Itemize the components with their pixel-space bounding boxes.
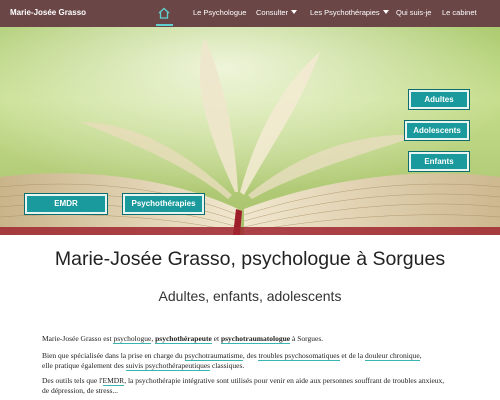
nav-item-le-psychologue[interactable]: Le Psychologue [193, 8, 246, 17]
nav-item-psychotherapies[interactable]: Les Psychothérapies [310, 8, 389, 17]
nav-item-label: Le cabinet [442, 8, 477, 17]
button-label: EMDR [54, 199, 78, 208]
nav-item-label: Les Psychothérapies [310, 8, 380, 17]
text: et [211, 334, 221, 343]
intro-paragraph: Marie-Josée Grasso est psychologue, psyc… [42, 334, 462, 344]
enfants-button[interactable]: Enfants [409, 152, 469, 171]
suivis-psychotherapeutiques-link[interactable]: suivis psychothérapeutiques [125, 361, 211, 371]
adolescents-button[interactable]: Adolescents [405, 121, 469, 140]
top-navbar: Marie-Josée Grasso Le Psychologue Consul… [0, 0, 500, 27]
psychotherapeute-link[interactable]: psychothérapeute [155, 334, 212, 344]
active-indicator [156, 24, 173, 26]
text: , des [242, 351, 259, 360]
text: de dépression, de stress... [42, 386, 119, 395]
tools-paragraph: Des outils tels que l'EMDR, la psychothé… [42, 376, 462, 396]
button-label: Adultes [424, 95, 454, 104]
psychologue-link[interactable]: psychologue [113, 334, 152, 344]
text: , [419, 351, 422, 360]
nav-item-label: Le Psychologue [193, 8, 247, 17]
text: elle pratique également des [42, 361, 126, 370]
button-label: Enfants [424, 157, 454, 166]
nav-item-le-cabinet[interactable]: Le cabinet [442, 8, 477, 17]
adultes-button[interactable]: Adultes [409, 90, 469, 109]
emdr-button[interactable]: EMDR [25, 194, 107, 214]
chevron-down-icon [291, 10, 298, 14]
nav-item-label: Qui suis-je [396, 8, 432, 17]
text: et de la [339, 351, 365, 360]
text: Marie-Josée Grasso est [42, 334, 114, 343]
page-subtitle: Adultes, enfants, adolescents [158, 288, 342, 304]
psychotraumatologue-link[interactable]: psychotraumatologue [220, 334, 291, 344]
troubles-psychosomatiques-link[interactable]: troubles psychosomatiques [258, 351, 340, 361]
text: Bien que spécialisée dans la prise en ch… [42, 351, 185, 360]
hero-banner: Adultes Adolescents Enfants EMDR Psychot… [0, 27, 500, 235]
text: , la psychothérapie intégrative sont uti… [124, 376, 445, 385]
nav-item-qui-suis-je[interactable]: Qui suis-je [396, 8, 431, 17]
chevron-down-icon [382, 10, 389, 14]
psychotherapies-button[interactable]: Psychothérapies [123, 194, 204, 214]
psychotraumatisme-link[interactable]: psychotraumatisme [184, 351, 243, 361]
page-title: Marie-Josée Grasso, psychologue à Sorgue… [54, 248, 446, 270]
specialty-paragraph: Bien que spécialisée dans la prise en ch… [42, 351, 462, 371]
nav-item-label: Consulter [256, 8, 289, 17]
text: Des outils tels que l' [42, 376, 103, 385]
site-brand[interactable]: Marie-Josée Grasso [10, 8, 86, 17]
emdr-link[interactable]: EMDR [102, 376, 125, 386]
button-label: Psychothérapies [131, 199, 196, 208]
home-icon[interactable] [157, 6, 171, 20]
douleur-chronique-link[interactable]: douleur chronique [364, 351, 420, 361]
button-label: Adolescents [413, 126, 461, 135]
text: classiques. [210, 361, 245, 370]
text: à Sorgues. [290, 334, 324, 343]
nav-item-consulter[interactable]: Consulter [256, 8, 298, 17]
